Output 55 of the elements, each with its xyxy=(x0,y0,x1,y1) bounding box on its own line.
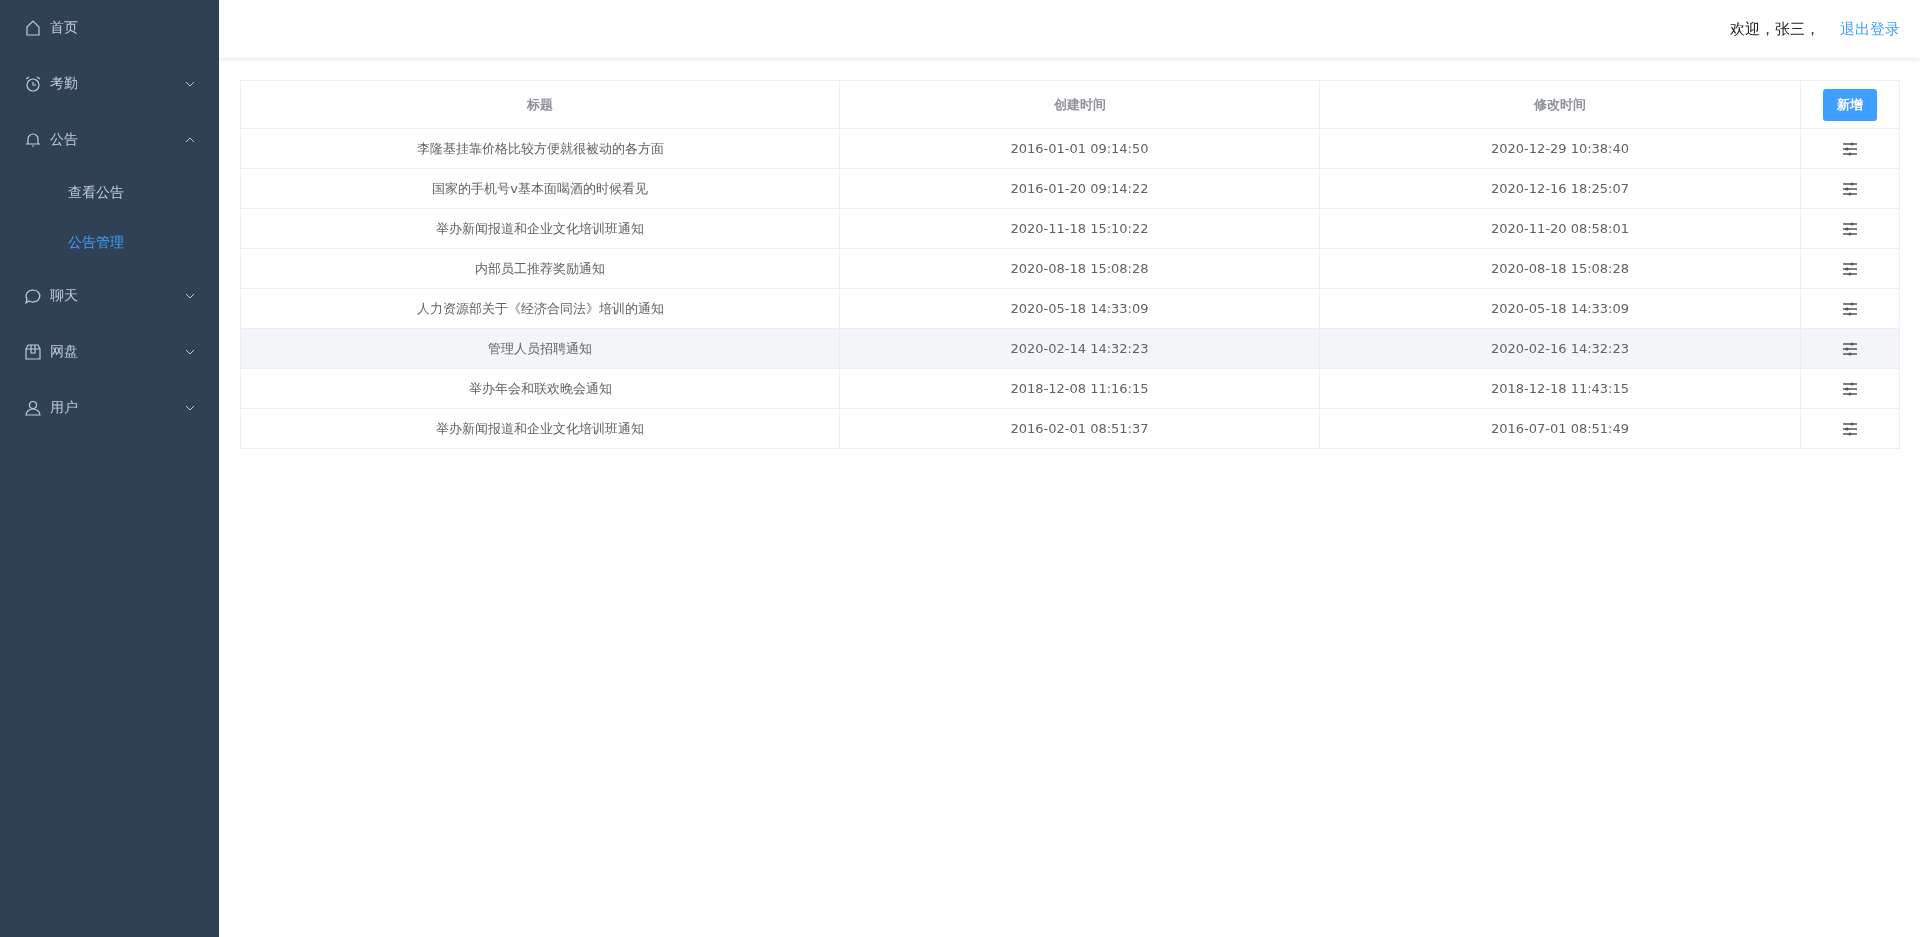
settings-sliders-icon[interactable] xyxy=(1841,140,1859,157)
settings-sliders-icon[interactable] xyxy=(1841,380,1859,397)
table-cell: 2020-11-20 08:58:01 xyxy=(1319,208,1801,249)
chat-bubble-icon xyxy=(24,287,42,305)
table-cell: 举办新闻报道和企业文化培训班通知 xyxy=(240,208,840,249)
table-cell: 举办新闻报道和企业文化培训班通知 xyxy=(240,408,840,449)
submenu-item[interactable]: 查看公告 xyxy=(0,168,219,218)
settings-sliders-icon[interactable] xyxy=(1841,220,1859,237)
table-cell: 2016-01-20 09:14:22 xyxy=(839,168,1320,209)
table-cell: 2020-05-18 14:33:09 xyxy=(1319,288,1801,329)
column-header: 创建时间 xyxy=(839,80,1320,129)
user-icon xyxy=(24,399,42,417)
sidebar-item[interactable]: 网盘 xyxy=(0,324,219,380)
chevron-down-icon xyxy=(185,347,195,357)
table-cell: 2020-05-18 14:33:09 xyxy=(839,288,1320,329)
table-cell: 2018-12-08 11:16:15 xyxy=(839,368,1320,409)
table-cell: 2020-11-18 15:10:22 xyxy=(839,208,1320,249)
sidebar-item[interactable]: 用户 xyxy=(0,380,219,436)
settings-sliders-icon[interactable] xyxy=(1841,420,1859,437)
table-cell: 李隆基挂靠价格比较方便就很被动的各方面 xyxy=(240,128,840,169)
table-cell: 管理人员招聘通知 xyxy=(240,328,840,369)
chevron-down-icon xyxy=(185,79,195,89)
table-cell: 国家的手机号v基本面喝酒的时候看见 xyxy=(240,168,840,209)
table-cell: 内部员工推荐奖励通知 xyxy=(240,248,840,289)
box-icon xyxy=(24,343,42,361)
chevron-up-icon xyxy=(185,135,195,145)
table-cell: 2018-12-18 11:43:15 xyxy=(1319,368,1801,409)
settings-sliders-icon[interactable] xyxy=(1841,260,1859,277)
table-cell: 2020-02-16 14:32:23 xyxy=(1319,328,1801,369)
table-cell: 2016-01-01 09:14:50 xyxy=(839,128,1320,169)
settings-sliders-icon[interactable] xyxy=(1841,340,1859,357)
chevron-down-icon xyxy=(185,403,195,413)
table-cell: 举办年会和联欢晚会通知 xyxy=(240,368,840,409)
table-cell: 2020-02-14 14:32:23 xyxy=(839,328,1320,369)
sidebar-item[interactable]: 考勤 xyxy=(0,56,219,112)
home-icon xyxy=(24,19,42,37)
settings-sliders-icon[interactable] xyxy=(1841,300,1859,317)
column-header: 修改时间 xyxy=(1319,80,1801,129)
table-cell: 2020-08-18 15:08:28 xyxy=(1319,248,1801,289)
table-cell: 2020-12-29 10:38:40 xyxy=(1319,128,1801,169)
table-cell: 2020-12-16 18:25:07 xyxy=(1319,168,1801,209)
submenu-item[interactable]: 公告管理 xyxy=(0,218,219,268)
table-cell: 2016-02-01 08:51:37 xyxy=(839,408,1320,449)
table-cell: 2016-07-01 08:51:49 xyxy=(1319,408,1801,449)
sidebar-item[interactable]: 首页 xyxy=(0,0,219,56)
bell-icon xyxy=(24,131,42,149)
column-header: 标题 xyxy=(240,80,840,129)
settings-sliders-icon[interactable] xyxy=(1841,180,1859,197)
table-cell: 人力资源部关于《经济合同法》培训的通知 xyxy=(240,288,840,329)
table-cell: 2020-08-18 15:08:28 xyxy=(839,248,1320,289)
welcome-text: 欢迎，张三， xyxy=(1730,19,1820,39)
chevron-down-icon xyxy=(185,291,195,301)
alarm-clock-icon xyxy=(24,75,42,93)
sidebar-item[interactable]: 公告 xyxy=(0,112,219,168)
sidebar-item[interactable]: 聊天 xyxy=(0,268,219,324)
